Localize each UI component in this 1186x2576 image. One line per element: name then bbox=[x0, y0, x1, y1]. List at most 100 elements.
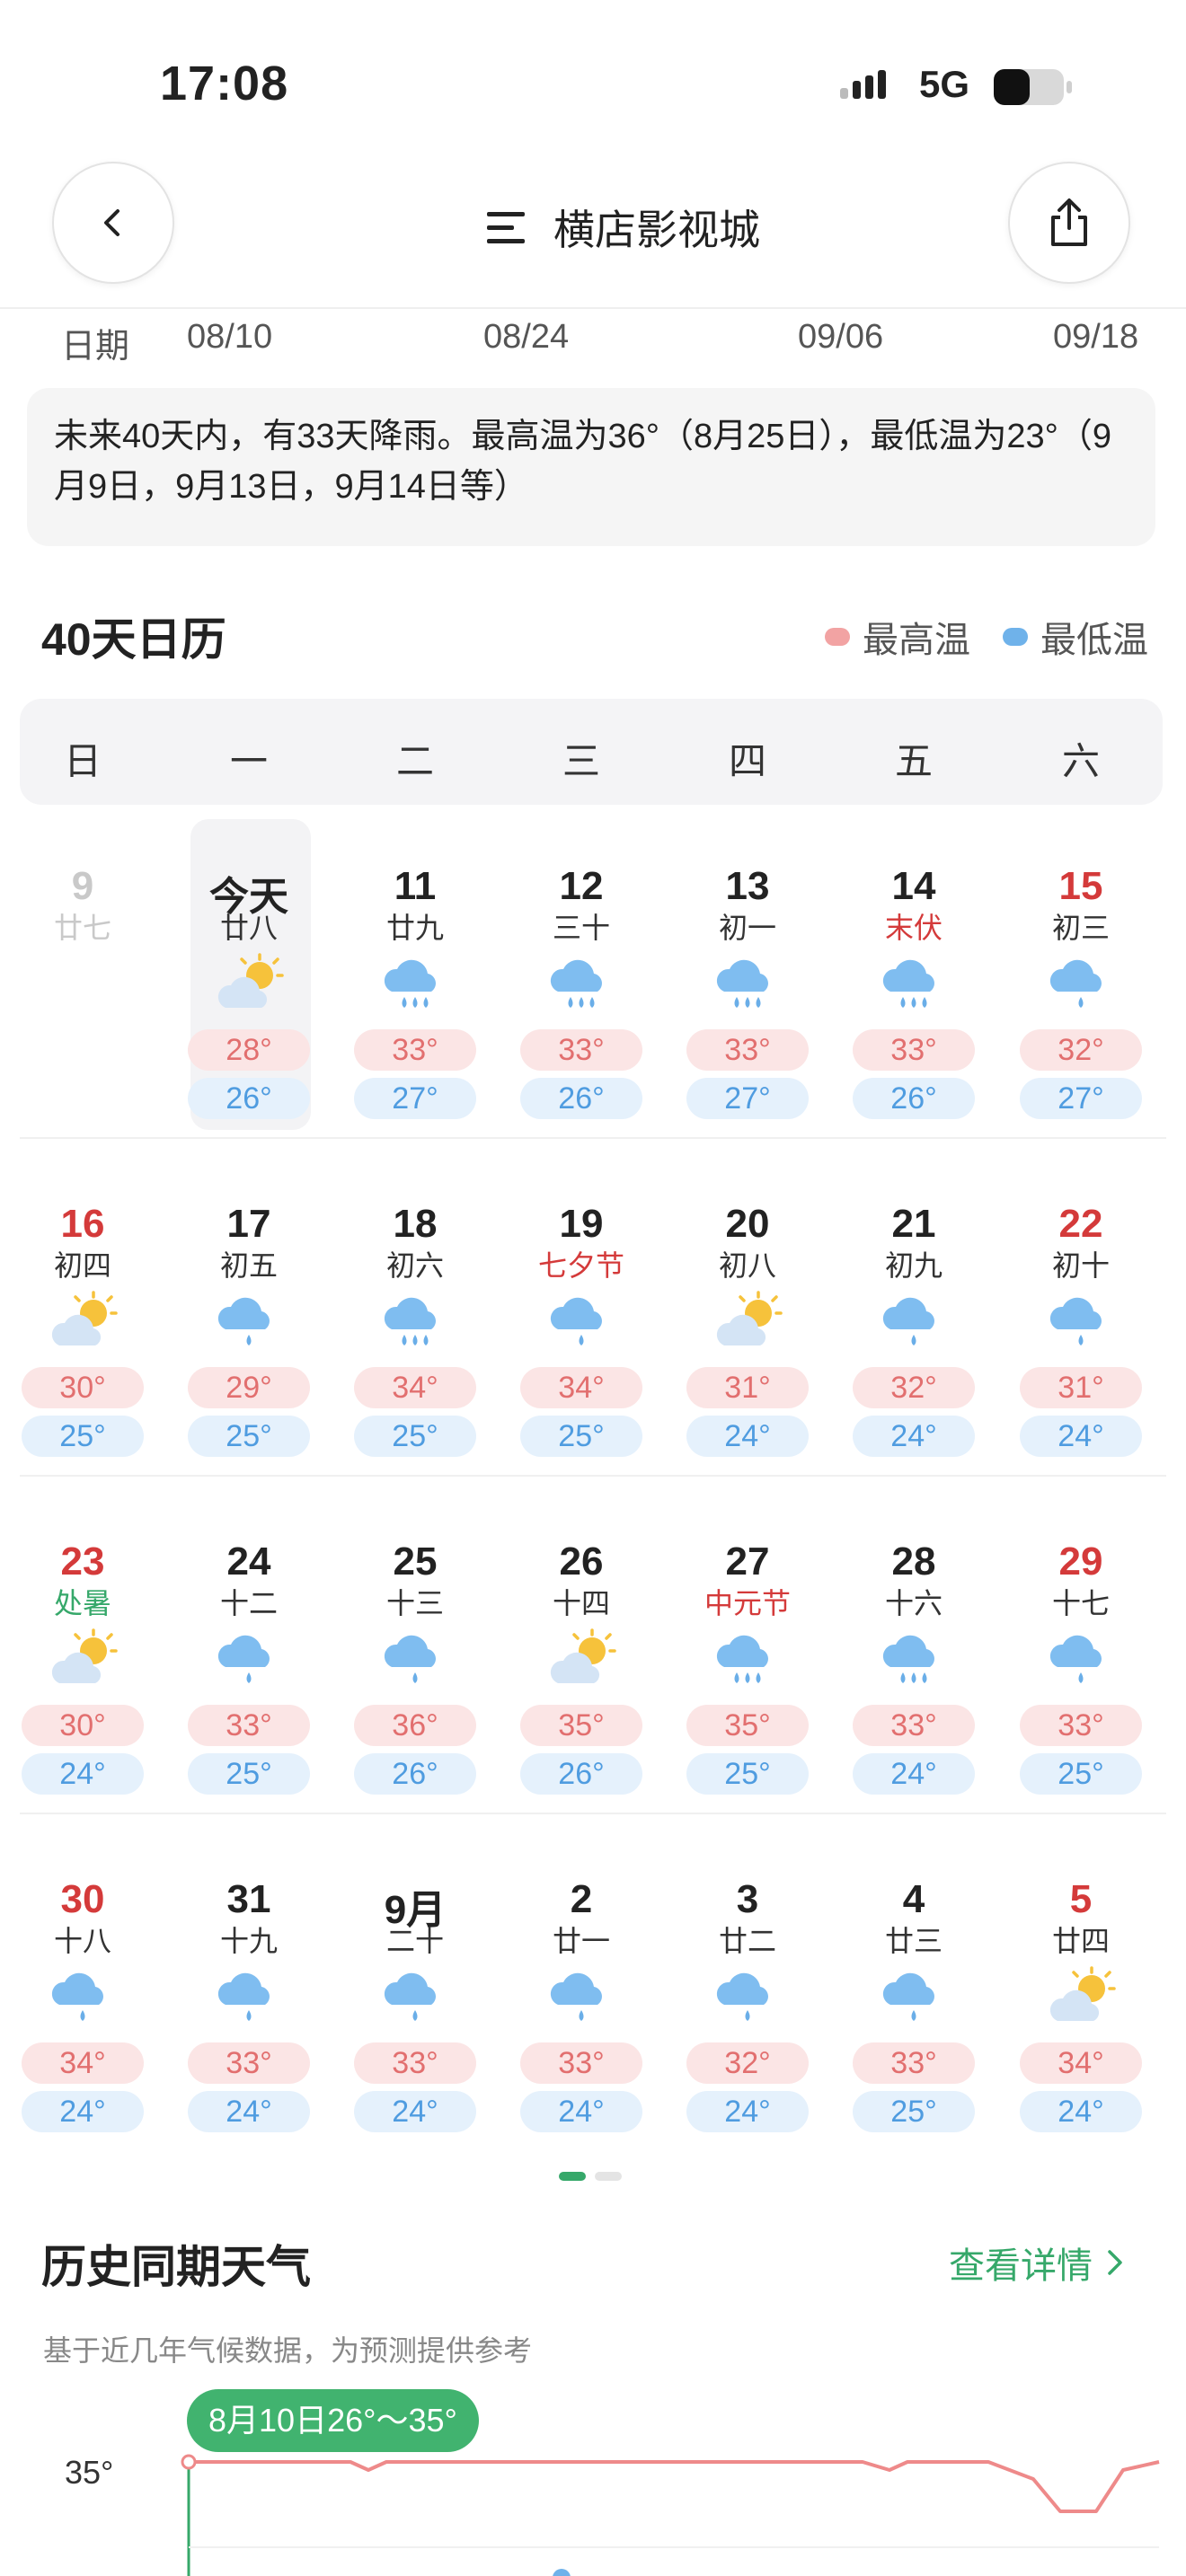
lunar-date: 廿三 bbox=[884, 1925, 943, 1957]
calendar-day[interactable]: 13 初一 33° 27° bbox=[667, 864, 828, 1178]
calendar-day[interactable]: 26 十四 35° 26° bbox=[500, 1539, 662, 1854]
calendar-day-today[interactable]: 今天 廿八 28° 26° bbox=[168, 864, 330, 1178]
calendar-day[interactable]: 24 十二 33° 25° bbox=[168, 1539, 330, 1854]
high-temp: 32° bbox=[1020, 1029, 1142, 1071]
weekday-label: 日 bbox=[63, 740, 102, 782]
lunar-date: 十七 bbox=[1051, 1587, 1110, 1619]
light-rain-icon bbox=[1049, 959, 1102, 1008]
low-temp: 26° bbox=[188, 1078, 310, 1119]
day-number: 27 bbox=[725, 1539, 770, 1584]
calendar-day[interactable]: 23 处暑 30° 24° bbox=[2, 1539, 164, 1854]
calendar-day[interactable]: 11 廿九 33° 27° bbox=[334, 864, 496, 1178]
low-temp: 25° bbox=[354, 1416, 476, 1457]
chevron-left-icon bbox=[104, 209, 119, 236]
calendar-day[interactable]: 18 初六 34° 25° bbox=[334, 1202, 496, 1516]
calendar-day[interactable]: 28 十六 33° 24° bbox=[833, 1539, 995, 1854]
lunar-date: 廿八 bbox=[219, 912, 278, 944]
calendar-day[interactable]: 5 廿四 34° 24° bbox=[1000, 1877, 1162, 2192]
moderate-rain-icon bbox=[716, 1635, 768, 1683]
forecast-summary: 未来40天内，有33天降雨。最高温为36°（8月25日），最低温为23°（9月9… bbox=[27, 388, 1155, 546]
high-temp: 35° bbox=[686, 1705, 809, 1746]
light-rain-icon bbox=[550, 1972, 602, 2021]
weekday-label: 一 bbox=[229, 740, 268, 782]
lunar-date: 七夕节 bbox=[537, 1249, 624, 1282]
day-number: 23 bbox=[60, 1539, 105, 1584]
lunar-date: 十九 bbox=[219, 1925, 278, 1957]
lunar-date: 廿七 bbox=[53, 912, 111, 944]
calendar-day[interactable]: 30 十八 34° 24° bbox=[2, 1877, 164, 2192]
day-number: 17 bbox=[226, 1202, 271, 1246]
back-button[interactable] bbox=[52, 162, 174, 284]
calendar-day[interactable]: 16 初四 30° 25° bbox=[2, 1202, 164, 1516]
day-number: 14 bbox=[891, 864, 936, 908]
calendar-day[interactable]: 3 廿二 32° 24° bbox=[667, 1877, 828, 2192]
high-temp: 29° bbox=[188, 1367, 310, 1408]
day-number: 15 bbox=[1058, 864, 1103, 908]
lunar-date: 十三 bbox=[385, 1587, 444, 1619]
status-time: 17:08 bbox=[160, 57, 289, 110]
partly-cloudy-icon bbox=[217, 953, 284, 1008]
day-number: 19 bbox=[559, 1202, 604, 1246]
calendar-day[interactable]: 9 廿七 bbox=[2, 864, 164, 1178]
calendar-day[interactable]: 19 七夕节 34° 25° bbox=[500, 1202, 662, 1516]
lunar-date: 十二 bbox=[219, 1587, 278, 1619]
history-chart[interactable] bbox=[0, 2443, 1186, 2576]
moderate-rain-icon bbox=[716, 959, 768, 1008]
calendar-day[interactable]: 17 初五 29° 25° bbox=[168, 1202, 330, 1516]
history-low-point bbox=[553, 2569, 571, 2576]
low-temp: 25° bbox=[22, 1416, 144, 1457]
low-temp: 27° bbox=[686, 1078, 809, 1119]
calendar-day[interactable]: 21 初九 32° 24° bbox=[833, 1202, 995, 1516]
low-temp: 24° bbox=[1020, 1416, 1142, 1457]
partly-cloudy-icon bbox=[51, 1628, 118, 1683]
day-number: 25 bbox=[393, 1539, 438, 1584]
partly-cloudy-icon bbox=[51, 1291, 118, 1345]
moderate-rain-icon bbox=[384, 1297, 436, 1345]
high-temp: 31° bbox=[1020, 1367, 1142, 1408]
calendar-day[interactable]: 25 十三 36° 26° bbox=[334, 1539, 496, 1854]
cellular-signal-icon bbox=[840, 70, 886, 99]
view-details-link[interactable]: 查看详情 bbox=[949, 2236, 1125, 2289]
share-icon bbox=[1051, 198, 1087, 246]
calendar-day[interactable]: 31 十九 33° 24° bbox=[168, 1877, 330, 2192]
low-temp: 26° bbox=[520, 1078, 642, 1119]
history-high-point bbox=[181, 2454, 197, 2470]
history-title: 历史同期天气 bbox=[41, 2242, 311, 2292]
calendar-title: 40天日历 bbox=[41, 614, 226, 665]
axis-date: 09/18 bbox=[1053, 318, 1139, 356]
day-number: 21 bbox=[891, 1202, 936, 1246]
day-number: 3 bbox=[736, 1877, 759, 1921]
calendar-day[interactable]: 15 初三 32° 27° bbox=[1000, 864, 1162, 1178]
moderate-rain-icon bbox=[550, 959, 602, 1008]
light-rain-icon bbox=[1049, 1297, 1102, 1345]
calendar-day[interactable]: 9月 二十 33° 24° bbox=[334, 1877, 496, 2192]
calendar-day[interactable]: 4 廿三 33° 25° bbox=[833, 1877, 995, 2192]
calendar-day[interactable]: 14 末伏 33° 26° bbox=[833, 864, 995, 1178]
calendar-day[interactable]: 29 十七 33° 25° bbox=[1000, 1539, 1162, 1854]
location-selector[interactable]: 横店影视城 bbox=[485, 198, 760, 257]
high-temp: 33° bbox=[354, 2042, 476, 2084]
low-temp: 24° bbox=[853, 1416, 975, 1457]
light-rain-icon bbox=[716, 1972, 768, 2021]
weekday-label: 三 bbox=[562, 740, 600, 782]
calendar-day[interactable]: 27 中元节 35° 25° bbox=[667, 1539, 828, 1854]
calendar-pager[interactable] bbox=[559, 2172, 622, 2181]
light-rain-icon bbox=[217, 1972, 270, 2021]
status-bar: 17:08 5G bbox=[0, 0, 1186, 162]
calendar-day[interactable]: 2 廿一 33° 24° bbox=[500, 1877, 662, 2192]
calendar-day[interactable]: 22 初十 31° 24° bbox=[1000, 1202, 1162, 1516]
day-number: 12 bbox=[559, 864, 604, 908]
light-rain-icon bbox=[384, 1972, 436, 2021]
day-number: 30 bbox=[60, 1877, 105, 1921]
history-high-line bbox=[189, 2460, 1160, 2513]
share-button[interactable] bbox=[1008, 162, 1130, 284]
light-rain-icon bbox=[384, 1635, 436, 1683]
low-temp: 24° bbox=[188, 2091, 310, 2132]
legend-low-label: 最低温 bbox=[1040, 621, 1148, 660]
day-number: 2 bbox=[570, 1877, 593, 1921]
lunar-date: 三十 bbox=[552, 912, 610, 944]
high-temp: 33° bbox=[1020, 1705, 1142, 1746]
calendar-day[interactable]: 12 三十 33° 26° bbox=[500, 864, 662, 1178]
lunar-date: 廿二 bbox=[718, 1925, 776, 1957]
calendar-day[interactable]: 20 初八 31° 24° bbox=[667, 1202, 828, 1516]
